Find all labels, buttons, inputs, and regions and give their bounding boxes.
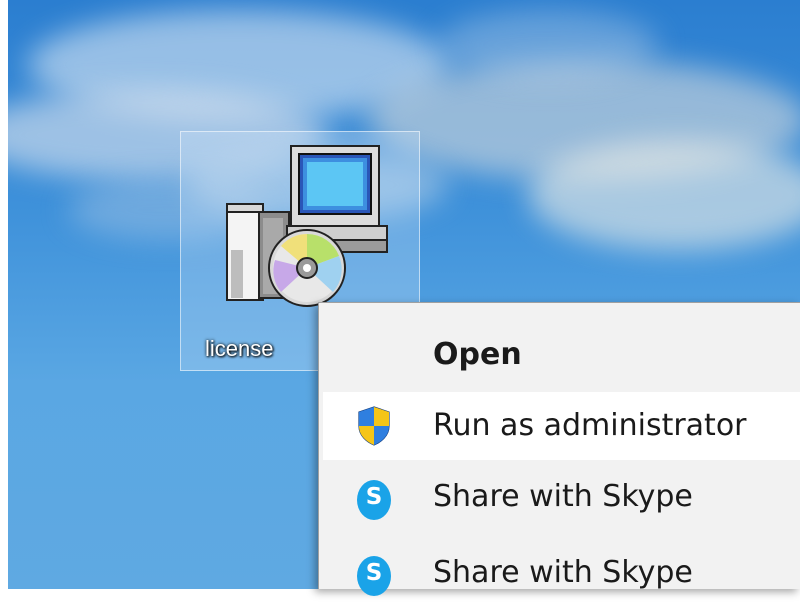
menu-item-label: Run as administrator bbox=[433, 408, 747, 443]
wallpaper-cloud bbox=[438, 10, 658, 80]
menu-item-label: Share with Skype bbox=[433, 555, 693, 590]
menu-item-share-with-skype[interactable]: S Share with Skype bbox=[323, 539, 800, 607]
menu-item-label: Open bbox=[433, 337, 522, 372]
skype-icon: S bbox=[357, 480, 391, 520]
installer-icon bbox=[226, 145, 388, 307]
desktop-icon-label: license bbox=[205, 336, 274, 361]
menu-item-share-with-skype[interactable]: S Share with Skype bbox=[323, 463, 800, 531]
context-menu: Open Run as administrator S Share with S… bbox=[318, 302, 800, 596]
menu-item-open[interactable]: Open bbox=[323, 321, 800, 389]
uac-shield-icon bbox=[358, 406, 390, 446]
wallpaper-cloud bbox=[528, 140, 800, 250]
menu-item-run-as-administrator[interactable]: Run as administrator bbox=[323, 392, 800, 460]
menu-item-label: Share with Skype bbox=[433, 479, 693, 514]
skype-icon: S bbox=[357, 556, 391, 596]
